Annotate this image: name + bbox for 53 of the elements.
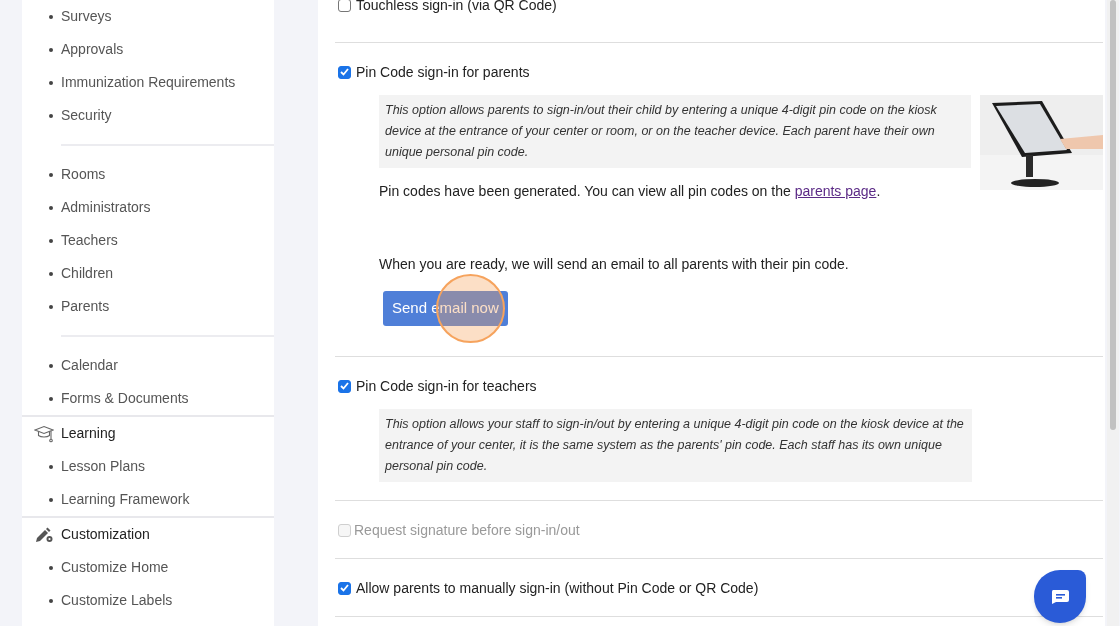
checkbox[interactable] — [338, 379, 351, 393]
checkmark-icon — [340, 68, 349, 76]
description-text: This option allows parents to sign-in/out their child by entering a unique 4-digit pin code on the kiosk device at the entrance of your center or room, or on the teacher device. Each parent have their own unique personal pin code. — [379, 95, 971, 168]
bullet-icon — [49, 497, 53, 502]
sidebar-item[interactable]: Rooms — [61, 164, 106, 185]
bullet-icon — [49, 396, 53, 401]
parents-page-link[interactable]: parents page — [794, 183, 877, 199]
sidebar-item[interactable]: Forms & Documents — [61, 388, 189, 409]
sidebar-item[interactable]: Teachers — [61, 230, 118, 251]
sidebar-item[interactable]: Security — [61, 105, 112, 126]
sidebar-item[interactable]: Children — [61, 263, 114, 284]
sidebar-item[interactable]: Customize Home — [61, 557, 169, 578]
bullet-icon — [49, 238, 53, 243]
checkmark-icon — [340, 382, 349, 390]
sidebar-item[interactable]: Customize Labels — [61, 590, 173, 611]
bullet-icon — [49, 113, 53, 118]
bullet-icon — [49, 47, 53, 52]
sidebar-item[interactable]: Approvals — [61, 39, 124, 60]
bullet-icon — [49, 464, 53, 469]
description-text: This option allows your staff to sign-in/out by entering a unique 4-digit pin code on the kiosk device at the entrance of your center, it is the same system as the parents' pin code. Each staff has its own unique personal pin code. — [379, 409, 972, 482]
sidebar-item[interactable]: Lesson Plans — [61, 456, 146, 477]
bullet-icon — [49, 598, 53, 603]
checkbox-label: Pin Code sign-in for teachers — [356, 376, 537, 396]
sidebar-item[interactable]: Calendar — [61, 355, 118, 376]
checkbox[interactable] — [338, 0, 351, 12]
sidebar-item[interactable]: Surveys — [61, 6, 112, 27]
checkbox-label: Touchless sign-in (via QR Code) — [356, 0, 557, 15]
pencil-gear-icon — [34, 525, 54, 544]
bullet-icon — [49, 205, 53, 210]
bullet-icon — [49, 172, 53, 177]
bullet-icon — [49, 565, 53, 570]
bullet-icon — [49, 304, 53, 309]
checkbox[interactable] — [338, 65, 351, 79]
checkmark-icon — [340, 584, 349, 592]
sidebar-heading[interactable]: Learning — [61, 423, 116, 444]
checkbox-label: Request signature before sign-in/out — [354, 520, 580, 540]
scrollbar-thumb[interactable] — [1110, 0, 1116, 430]
sidebar-item[interactable]: Learning Framework — [61, 489, 190, 510]
bullet-icon — [49, 14, 53, 19]
bullet-icon — [49, 80, 53, 85]
sidebar-item[interactable]: Parents — [61, 296, 110, 317]
sidebar-item[interactable]: Administrators — [61, 197, 151, 218]
graduation-cap-icon — [34, 424, 54, 443]
chat-icon — [1050, 588, 1070, 605]
bullet-icon — [49, 271, 53, 276]
checkbox-label: Pin Code sign-in for parents — [356, 62, 530, 82]
bullet-icon — [49, 363, 53, 368]
info-text: Pin codes have been generated. You can view all pin codes on the parents page. — [379, 182, 882, 201]
checkbox-label: Allow parents to manually sign-in (without Pin Code or QR Code) — [356, 578, 759, 598]
sidebar-heading[interactable]: Customization — [61, 524, 150, 545]
sidebar-item[interactable]: Immunization Requirements — [61, 72, 236, 93]
checkbox[interactable] — [338, 581, 351, 595]
info-text: When you are ready, we will send an email to all parents with their pin code. — [379, 255, 850, 274]
